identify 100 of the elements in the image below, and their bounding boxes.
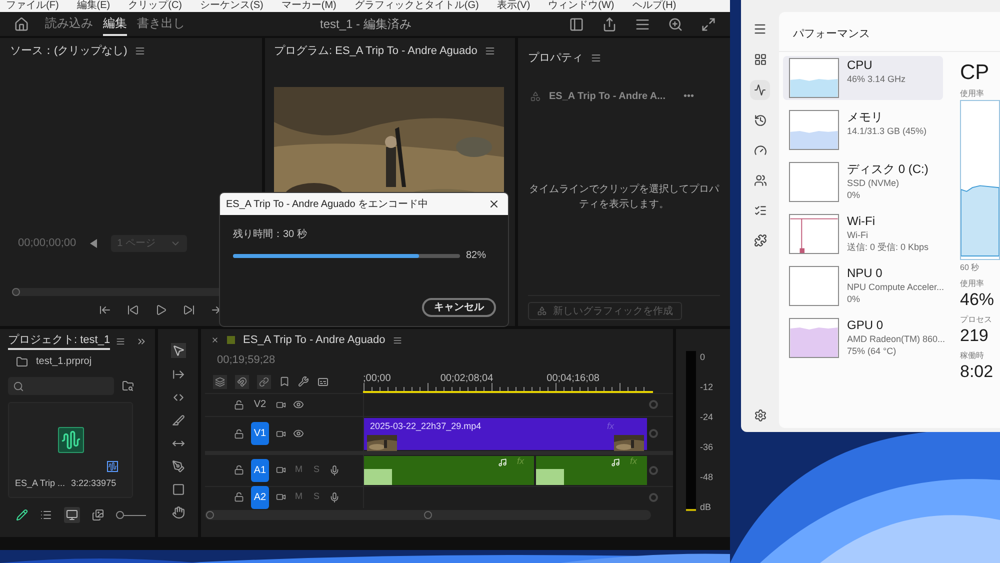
meter-scale-label: -12 bbox=[700, 381, 714, 394]
folder-icon bbox=[16, 356, 28, 368]
selection-tool-icon[interactable] bbox=[170, 343, 186, 358]
panel-title[interactable]: プログラム: ES_A Trip To - Andre Aguado bbox=[274, 43, 478, 60]
menu-item[interactable]: 編集(E) bbox=[76, 0, 110, 12]
search-field[interactable] bbox=[8, 377, 114, 395]
lock-icon[interactable] bbox=[234, 428, 244, 438]
icon-view-icon[interactable] bbox=[64, 507, 80, 523]
lock-icon[interactable] bbox=[234, 465, 244, 475]
close-icon[interactable] bbox=[211, 336, 219, 344]
play-icon[interactable] bbox=[155, 304, 167, 316]
audio-badge-icon bbox=[107, 461, 118, 472]
scroll-handle[interactable] bbox=[648, 400, 658, 409]
find-icon[interactable] bbox=[122, 380, 134, 392]
previous-icon[interactable] bbox=[90, 238, 98, 248]
menu-item[interactable]: ファイル(F) bbox=[6, 0, 59, 12]
timecode: 00;00;00;00 bbox=[18, 236, 76, 251]
mic-icon[interactable] bbox=[328, 492, 340, 502]
lock-icon[interactable] bbox=[234, 492, 244, 502]
meter-scale-label: -48 bbox=[700, 471, 714, 484]
pencil-icon[interactable] bbox=[16, 509, 28, 521]
panel-menu-icon[interactable] bbox=[591, 53, 601, 64]
eye-icon[interactable] bbox=[293, 428, 304, 439]
sequence-tab[interactable]: ES_A Trip To - Andre Aguado bbox=[243, 332, 386, 348]
waveform bbox=[536, 468, 564, 484]
horizontal-scrollbar[interactable] bbox=[205, 510, 651, 520]
music-icon bbox=[498, 458, 507, 466]
video-clip[interactable]: 2025-03-22_22h37_29.mp4 fx bbox=[364, 418, 647, 450]
panel-title[interactable]: プロパティ bbox=[528, 50, 583, 66]
sync-lock-icon[interactable] bbox=[276, 465, 286, 475]
meter-scale-label: 0 bbox=[700, 351, 706, 364]
zoom-icon[interactable] bbox=[668, 16, 683, 32]
track-target[interactable]: V1 bbox=[251, 422, 269, 445]
hand-icon[interactable] bbox=[172, 506, 184, 519]
step-back-icon[interactable] bbox=[127, 304, 139, 316]
lock-icon[interactable] bbox=[234, 400, 244, 410]
more-button[interactable]: ••• bbox=[684, 88, 694, 104]
menu-item[interactable]: グラフィックとタイトル(G) bbox=[354, 0, 479, 12]
snap-icon[interactable] bbox=[235, 374, 249, 388]
workspace-tab[interactable]: 書き出し bbox=[137, 12, 185, 36]
clip-name: ES_A Trip To - Andre A... bbox=[549, 90, 666, 104]
sequence-color-icon bbox=[227, 336, 235, 344]
rectangle-icon[interactable] bbox=[172, 483, 184, 496]
home-icon[interactable] bbox=[14, 16, 29, 32]
search-icon bbox=[13, 380, 24, 392]
workspace-tab[interactable]: 読み込み bbox=[45, 12, 93, 36]
settings-wrench-icon[interactable] bbox=[298, 376, 309, 387]
panel-menu-icon[interactable] bbox=[393, 336, 402, 344]
shapes-icon bbox=[530, 90, 541, 102]
razor-icon[interactable] bbox=[172, 414, 184, 427]
panel-menu-icon[interactable] bbox=[116, 336, 126, 346]
menu-item[interactable]: マーカー(M) bbox=[281, 0, 336, 12]
scroll-handle[interactable] bbox=[648, 492, 658, 502]
link-icon[interactable] bbox=[257, 374, 271, 388]
dialog-title: ES_A Trip To - Andre Aguado をエンコード中 bbox=[226, 198, 428, 212]
panel-icon[interactable] bbox=[569, 16, 584, 32]
scroll-handle[interactable] bbox=[648, 429, 658, 438]
menu-icon[interactable] bbox=[635, 16, 650, 32]
track-target[interactable]: V2 bbox=[251, 393, 269, 416]
scroll-handle[interactable] bbox=[648, 466, 658, 474]
marker-icon[interactable] bbox=[279, 376, 290, 387]
captions-icon[interactable] bbox=[317, 376, 329, 388]
menu-item[interactable]: ウィンドウ(W) bbox=[548, 0, 614, 12]
panel-title[interactable]: ソース：(クリップなし) bbox=[10, 43, 128, 60]
media-card[interactable]: ES_A Trip ... 3:22:33975 bbox=[8, 402, 133, 498]
window-title: test_1 - 編集済み bbox=[320, 16, 412, 33]
track-target[interactable]: A1 bbox=[251, 458, 269, 482]
mic-icon[interactable] bbox=[328, 464, 340, 476]
music-icon bbox=[610, 458, 620, 466]
ruler-time-label: 00;04;16;08 bbox=[546, 372, 600, 382]
meter-scale-label: dB bbox=[700, 501, 712, 514]
fullscreen-icon[interactable] bbox=[701, 16, 716, 32]
sync-lock-icon[interactable] bbox=[276, 400, 286, 410]
cancel-button[interactable]: キャンセル bbox=[422, 298, 496, 317]
zoom-slider[interactable] bbox=[116, 511, 146, 519]
track-target[interactable]: A2 bbox=[251, 486, 269, 508]
nest-icon[interactable] bbox=[213, 374, 227, 388]
menu-item[interactable]: シーケンス(S) bbox=[200, 0, 264, 12]
ruler-time-label: ;00;00 bbox=[363, 372, 392, 382]
eye-icon[interactable] bbox=[293, 399, 304, 410]
timecode: 00;19;59;28 bbox=[216, 353, 276, 368]
menu-item[interactable]: 表示(V) bbox=[496, 0, 530, 12]
project-file-name: test_1.prproj bbox=[36, 355, 92, 369]
panel-menu-icon[interactable] bbox=[135, 46, 146, 56]
workspace-tab[interactable]: 編集 bbox=[103, 12, 127, 36]
project-tab[interactable]: プロジェクト: test_1 bbox=[8, 332, 110, 350]
pen-icon[interactable] bbox=[172, 460, 184, 473]
sync-lock-icon[interactable] bbox=[276, 428, 286, 438]
meter-scale-label: -24 bbox=[700, 411, 714, 424]
more-panels-icon[interactable] bbox=[136, 336, 147, 346]
sync-lock-icon[interactable] bbox=[276, 492, 286, 502]
fx-label: fx bbox=[606, 420, 614, 432]
waveform bbox=[364, 468, 392, 484]
track-select-icon[interactable] bbox=[172, 368, 184, 381]
share-icon[interactable] bbox=[602, 16, 617, 32]
media-duration: 3:22:33975 bbox=[71, 477, 116, 490]
mark-in-icon[interactable] bbox=[99, 304, 111, 316]
freeform-view-icon[interactable] bbox=[92, 509, 104, 521]
step-forward-icon[interactable] bbox=[183, 304, 195, 316]
panel-menu-icon[interactable] bbox=[485, 46, 496, 56]
